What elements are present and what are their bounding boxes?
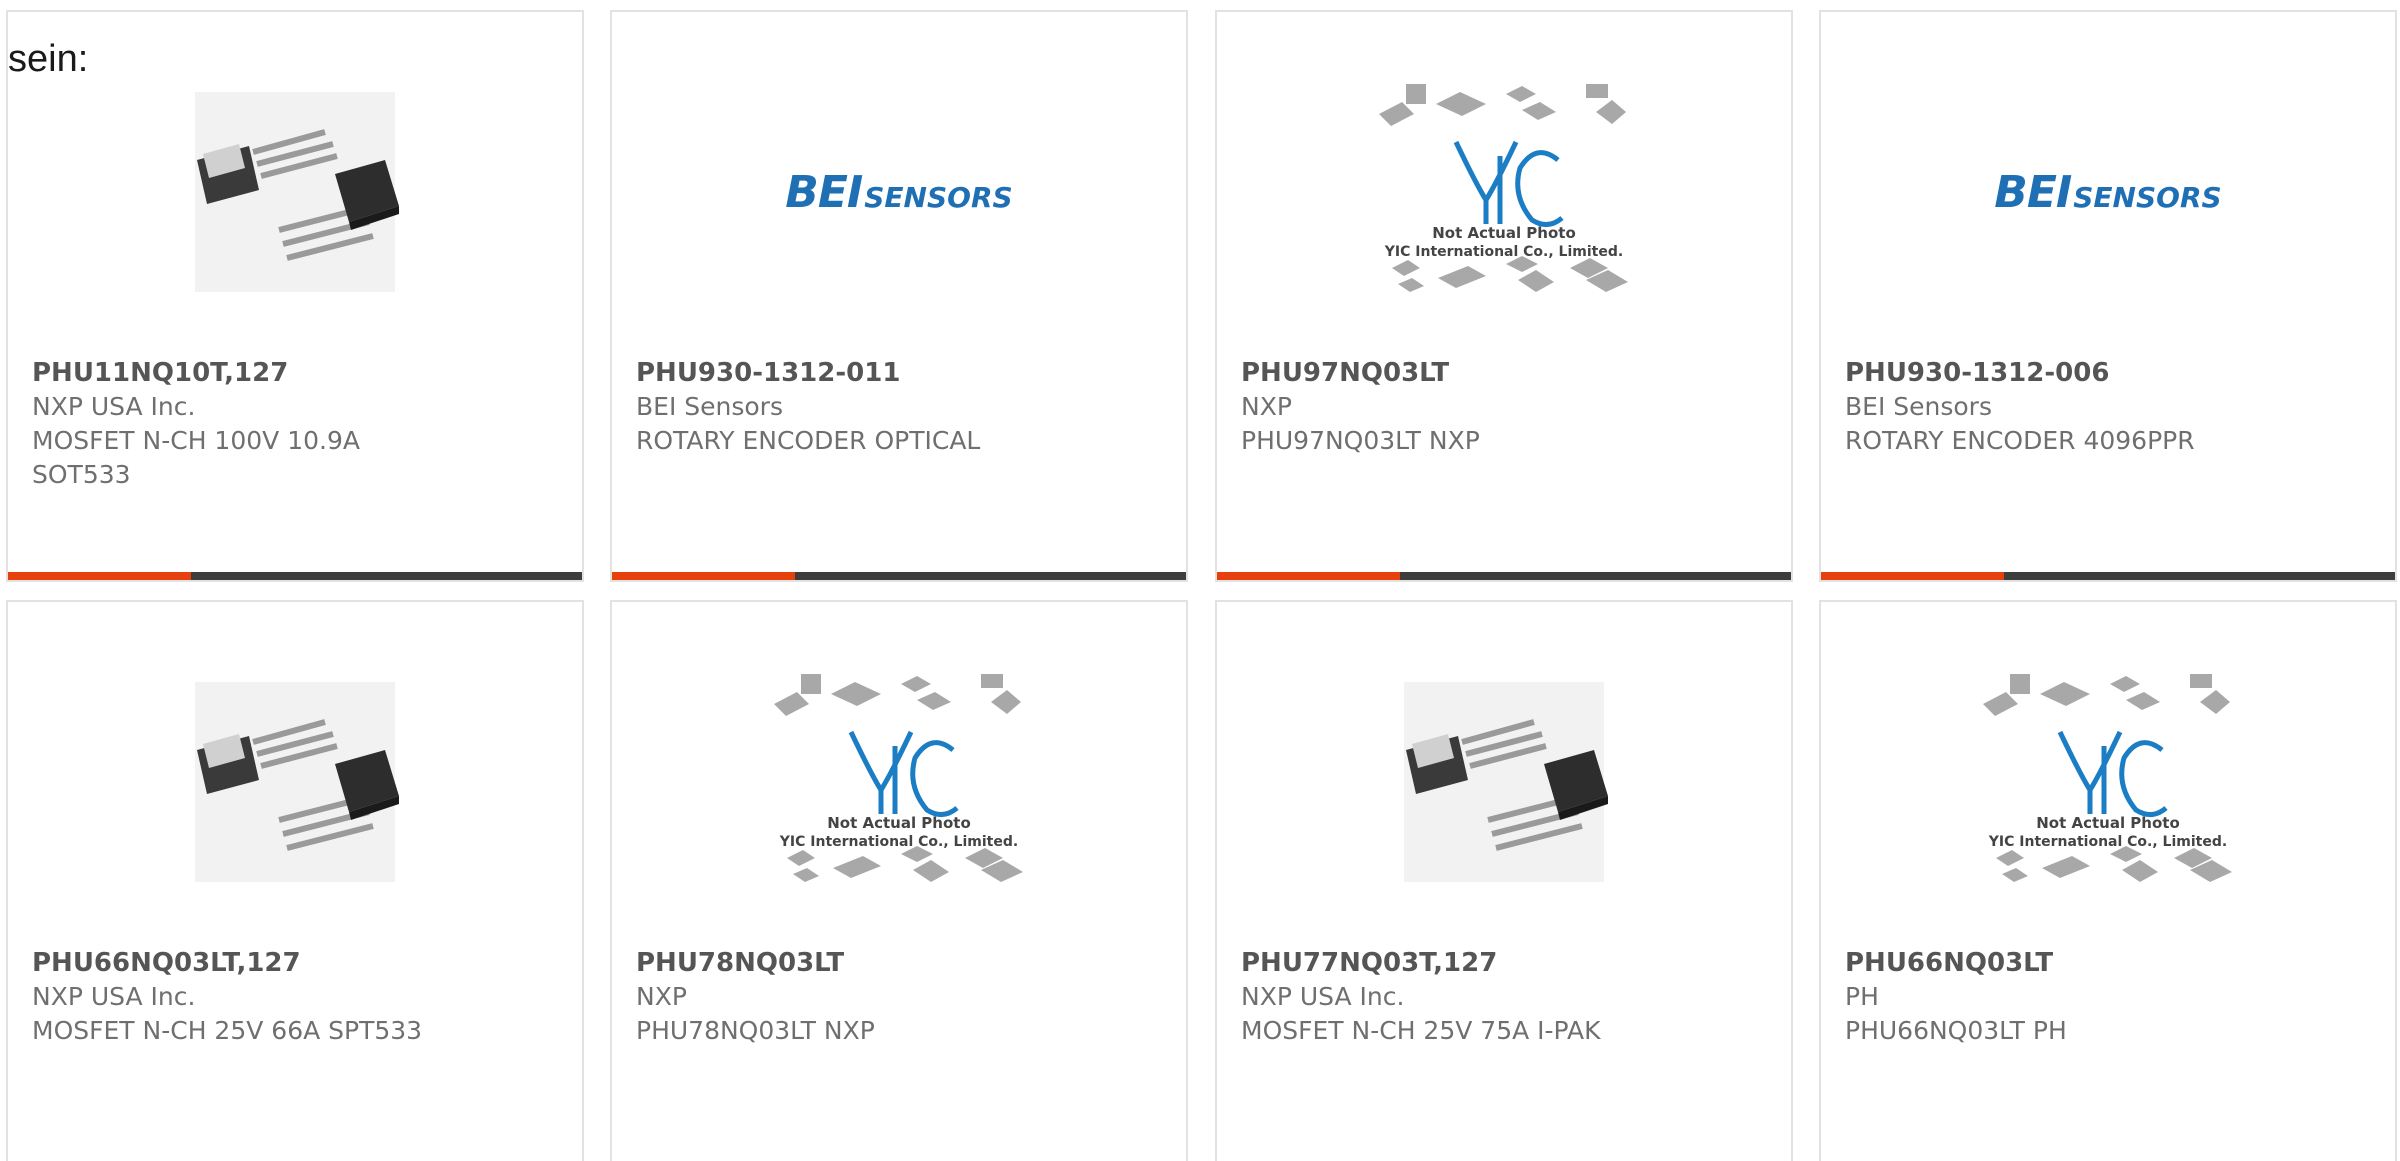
description: MOSFET N-CH 25V 75A I-PAK <box>1241 1016 1601 1045</box>
product-image[interactable]: Not Actual Photo YIC International Co., … <box>1217 82 1791 302</box>
product-image[interactable] <box>8 82 582 302</box>
card-bottom-bar <box>612 572 1186 580</box>
description: ROTARY ENCODER OPTICAL <box>636 426 981 455</box>
product-card[interactable]: Not Actual Photo YIC International Co., … <box>610 600 1188 1161</box>
yic-placeholder-image: Not Actual Photo YIC International Co., … <box>1983 674 2232 882</box>
intro-text: sein: <box>8 38 89 80</box>
yic-placeholder-image: Not Actual Photo YIC International Co., … <box>1379 84 1628 292</box>
part-number[interactable]: PHU66NQ03LT <box>1845 946 2379 980</box>
product-card[interactable]: BEI SENSORS PHU930-1312-011 BEI Sensors R… <box>610 10 1188 582</box>
description: PHU97NQ03LT NXP <box>1241 426 1480 455</box>
product-card[interactable]: PHU77NQ03T,127 NXP USA Inc. MOSFET N-CH … <box>1215 600 1793 1161</box>
product-card[interactable]: PHU11NQ10T,127 NXP USA Inc. MOSFET N-CH … <box>6 10 584 582</box>
product-card[interactable]: Not Actual Photo YIC International Co., … <box>1215 10 1793 582</box>
manufacturer: BEI Sensors <box>636 392 783 421</box>
description: MOSFET N-CH 100V 10.9A <box>32 426 360 455</box>
product-image[interactable]: BEI SENSORS <box>612 82 1186 302</box>
product-card[interactable]: BEI SENSORS PHU930-1312-006 BEI Sensors R… <box>1819 10 2397 582</box>
transistor-package-image <box>195 92 399 292</box>
description: PHU78NQ03LT NXP <box>636 1016 875 1045</box>
manufacturer: NXP USA Inc. <box>32 392 196 421</box>
transistor-package-image <box>1404 682 1608 882</box>
product-card[interactable]: PHU66NQ03LT,127 NXP USA Inc. MOSFET N-CH… <box>6 600 584 1161</box>
description: ROTARY ENCODER 4096PPR <box>1845 426 2195 455</box>
bei-sensors-logo: BEI SENSORS <box>1994 166 2222 218</box>
card-bottom-bar <box>1217 572 1791 580</box>
description: PHU66NQ03LT PH <box>1845 1016 2067 1045</box>
product-image[interactable]: Not Actual Photo YIC International Co., … <box>1821 672 2395 892</box>
product-image[interactable] <box>8 672 582 892</box>
part-number[interactable]: PHU78NQ03LT <box>636 946 1170 980</box>
svg-text:YIC International Co., Limited: YIC International Co., Limited. <box>1384 244 1623 260</box>
card-bottom-bar <box>8 572 582 580</box>
part-number[interactable]: PHU930-1312-011 <box>636 356 1170 390</box>
svg-text:Not Actual Photo: Not Actual Photo <box>2036 814 2180 832</box>
product-card[interactable]: Not Actual Photo YIC International Co., … <box>1819 600 2397 1161</box>
yic-placeholder-image: Not Actual Photo YIC International Co., … <box>774 674 1023 882</box>
part-number[interactable]: PHU66NQ03LT,127 <box>32 946 566 980</box>
part-number[interactable]: PHU11NQ10T,127 <box>32 356 566 390</box>
transistor-package-image <box>195 682 399 882</box>
manufacturer: NXP <box>636 982 687 1011</box>
manufacturer: PH <box>1845 982 1879 1011</box>
svg-text:Not Actual Photo: Not Actual Photo <box>827 814 971 832</box>
svg-text:YIC International Co., Limited: YIC International Co., Limited. <box>1988 834 2227 850</box>
manufacturer: BEI Sensors <box>1845 392 1992 421</box>
part-number[interactable]: PHU97NQ03LT <box>1241 356 1775 390</box>
svg-text:Not Actual Photo: Not Actual Photo <box>1432 224 1576 242</box>
manufacturer: NXP <box>1241 392 1292 421</box>
manufacturer: NXP USA Inc. <box>32 982 196 1011</box>
product-image[interactable] <box>1217 672 1791 892</box>
part-number[interactable]: PHU930-1312-006 <box>1845 356 2379 390</box>
product-image[interactable]: Not Actual Photo YIC International Co., … <box>612 672 1186 892</box>
svg-text:YIC International Co., Limited: YIC International Co., Limited. <box>779 834 1018 850</box>
manufacturer: NXP USA Inc. <box>1241 982 1405 1011</box>
card-bottom-bar <box>1821 572 2395 580</box>
description: SOT533 <box>32 460 131 489</box>
description: MOSFET N-CH 25V 66A SPT533 <box>32 1016 423 1045</box>
part-number[interactable]: PHU77NQ03T,127 <box>1241 946 1775 980</box>
product-image[interactable]: BEI SENSORS <box>1821 82 2395 302</box>
bei-sensors-logo: BEI SENSORS <box>785 166 1013 218</box>
